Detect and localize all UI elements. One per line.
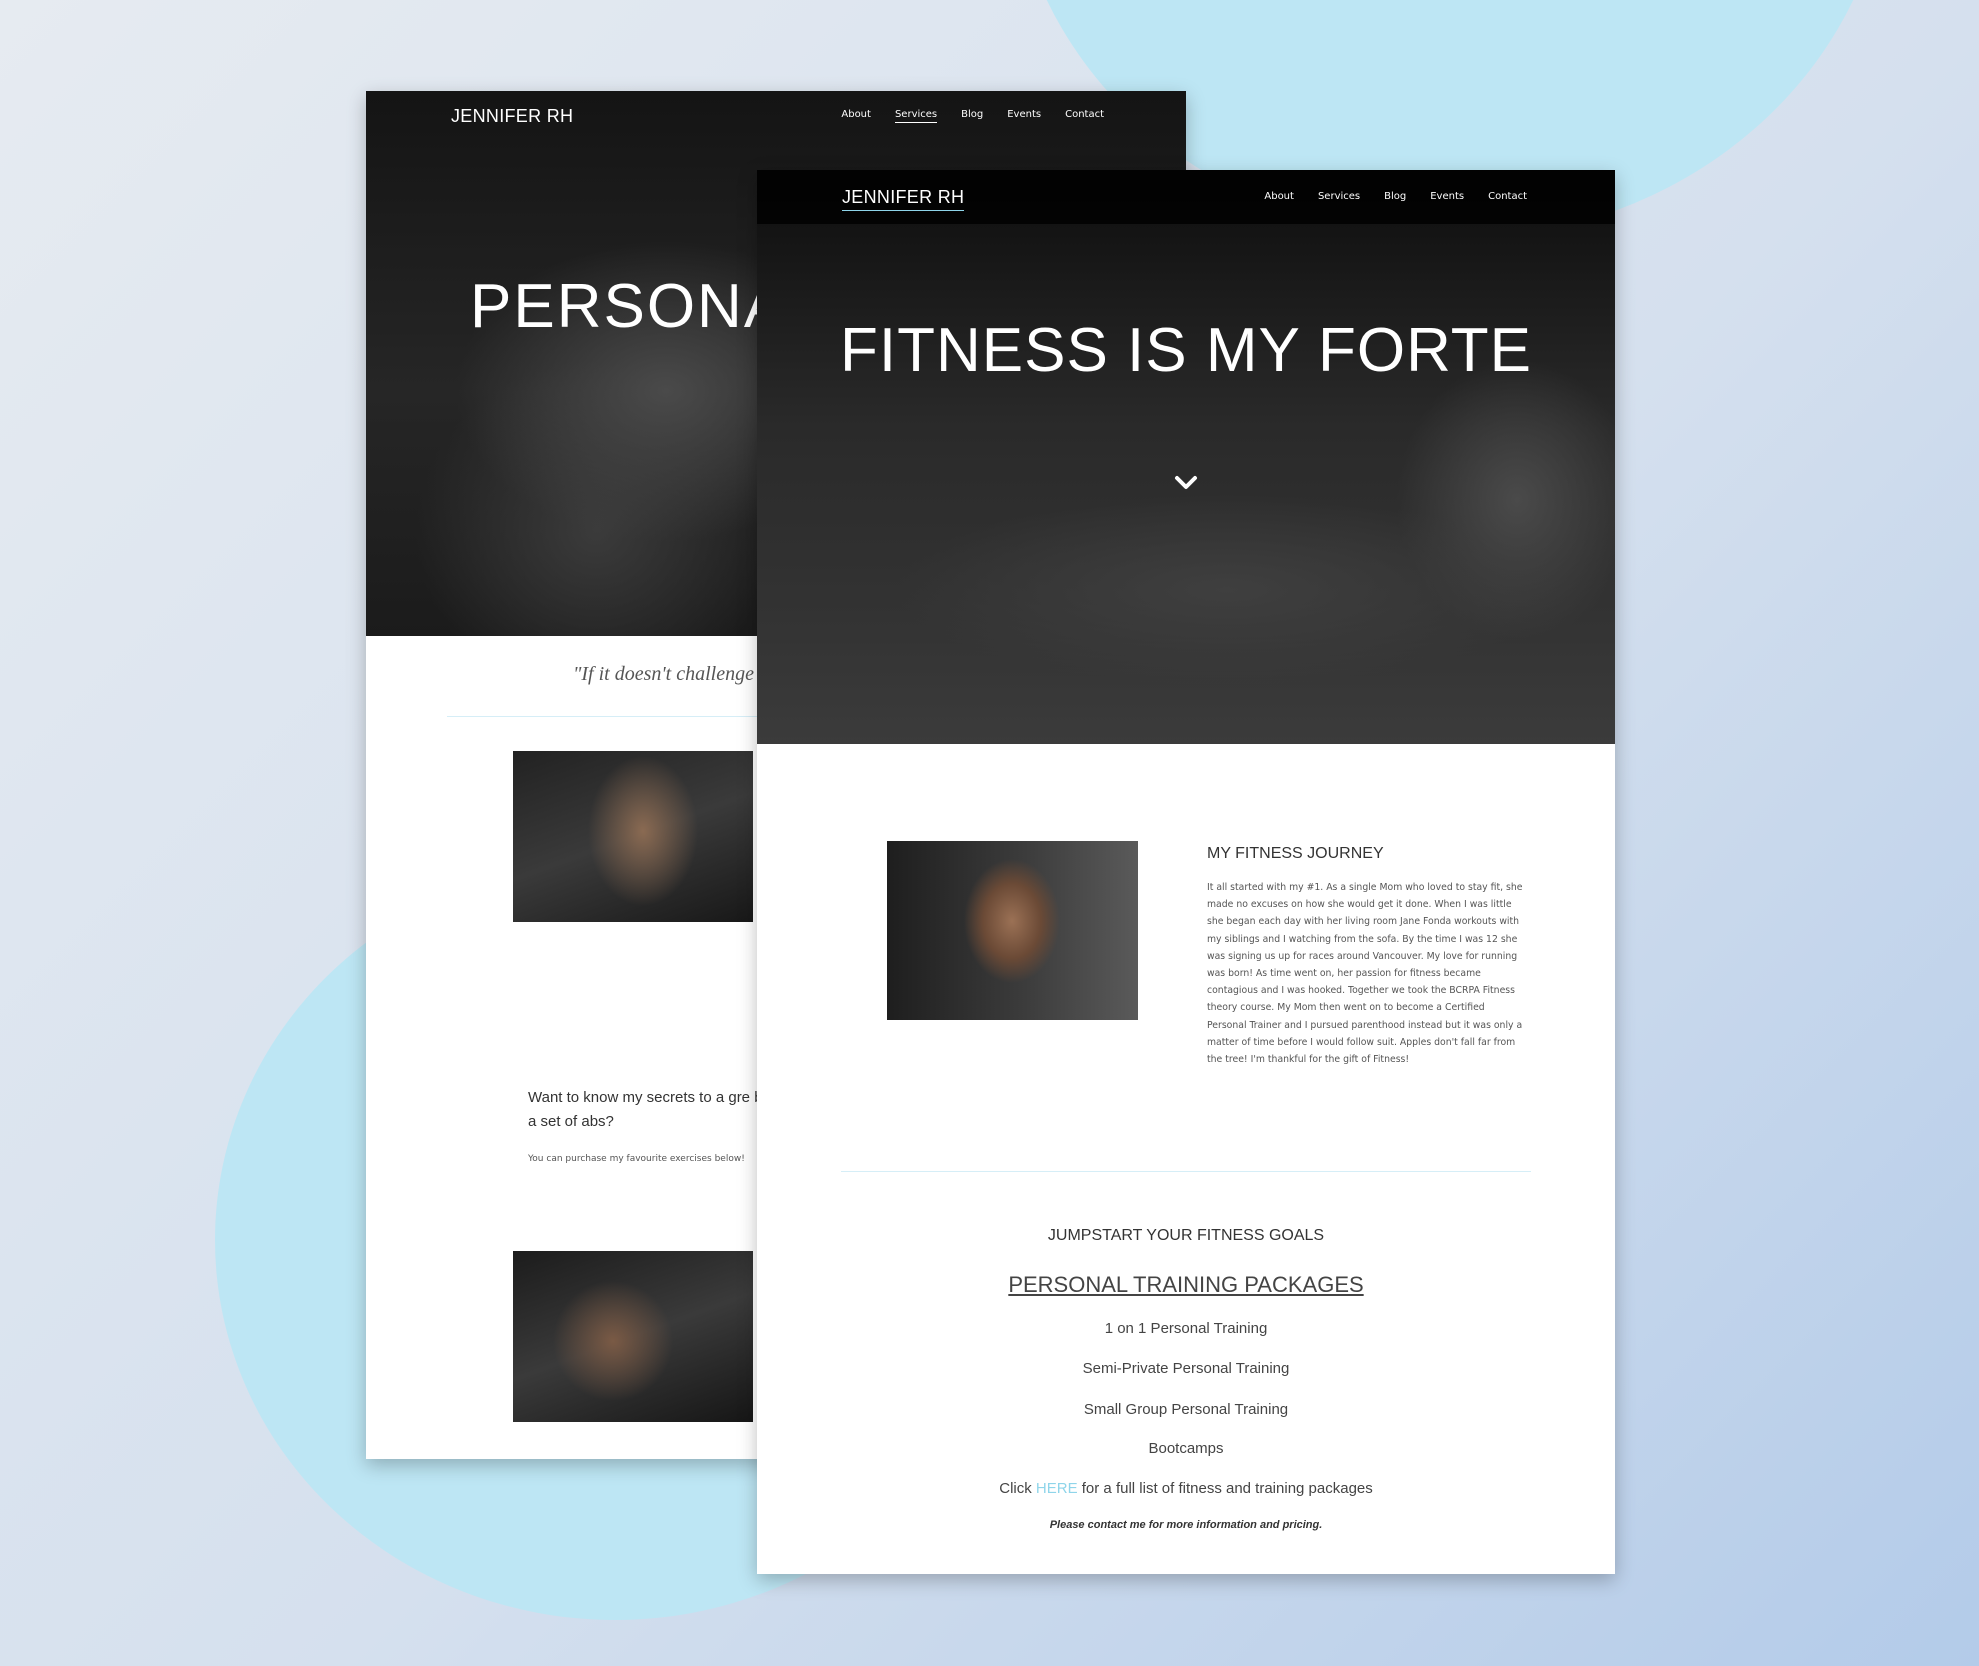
back-photo-cable-workout: [513, 751, 753, 922]
click-here-line: Click HERE for a full list of fitness an…: [757, 1480, 1615, 1497]
back-nav-links: About Services Blog Events Contact: [841, 109, 1104, 123]
front-divider: [841, 1171, 1531, 1172]
front-hero-image: [757, 170, 1615, 744]
front-nav-events[interactable]: Events: [1430, 191, 1464, 202]
back-photo-dumbbell-rack: [513, 1251, 753, 1422]
packages-title-link[interactable]: PERSONAL TRAINING PACKAGES: [1008, 1272, 1363, 1297]
jumpstart-heading: JUMPSTART YOUR FITNESS GOALS: [1047, 1227, 1325, 1244]
back-nav-about[interactable]: About: [841, 109, 871, 123]
front-page-preview: JENNIFER RH About Services Blog Events C…: [757, 170, 1615, 1574]
back-nav-blog[interactable]: Blog: [961, 109, 983, 123]
back-quote: "If it doesn't challenge: [573, 663, 754, 685]
click-prefix: Click: [999, 1480, 1036, 1497]
package-item: Semi-Private Personal Training: [1082, 1360, 1290, 1377]
front-logo[interactable]: JENNIFER RH: [842, 187, 965, 211]
package-item: Small Group Personal Training: [1083, 1401, 1289, 1418]
front-nav-about[interactable]: About: [1264, 191, 1294, 202]
journey-body: It all started with my #1. As a single M…: [1207, 882, 1523, 1066]
journey-title: MY FITNESS JOURNEY: [1207, 845, 1384, 862]
back-nav-contact[interactable]: Contact: [1065, 109, 1104, 123]
packages-title-wrap: PERSONAL TRAINING PACKAGES: [757, 1272, 1615, 1298]
front-nav-blog[interactable]: Blog: [1384, 191, 1406, 202]
front-hero-title: FITNESS IS MY FORTE: [840, 316, 1532, 385]
back-nav-events[interactable]: Events: [1007, 109, 1041, 123]
click-suffix: for a full list of fitness and training …: [1077, 1480, 1373, 1497]
package-item: 1 on 1 Personal Training: [1104, 1320, 1268, 1337]
back-secret-sub: You can purchase my favourite exercises …: [528, 1154, 745, 1164]
contact-note: Please contact me for more information a…: [1049, 1519, 1323, 1531]
front-nav-services[interactable]: Services: [1318, 191, 1360, 202]
back-nav: JENNIFER RH About Services Blog Events C…: [366, 91, 1186, 141]
back-hero-title: PERSONA: [470, 272, 788, 341]
back-logo[interactable]: JENNIFER RH: [451, 106, 573, 127]
back-nav-services[interactable]: Services: [894, 109, 938, 123]
chevron-down-icon[interactable]: [1174, 475, 1198, 491]
package-item: Bootcamps: [1148, 1440, 1224, 1457]
front-nav-contact[interactable]: Contact: [1488, 191, 1527, 202]
front-nav-links: About Services Blog Events Contact: [1264, 191, 1527, 202]
portrait-photo: [887, 841, 1138, 1020]
front-nav: JENNIFER RH About Services Blog Events C…: [757, 170, 1615, 224]
here-link[interactable]: HERE: [1036, 1480, 1078, 1497]
